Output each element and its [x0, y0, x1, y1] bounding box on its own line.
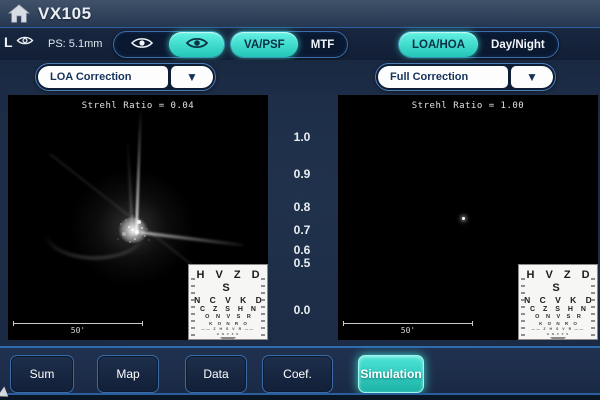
eye-icon: [16, 33, 34, 51]
title-bar: VX105: [0, 0, 600, 28]
tab-bar: Sum Map Data Coef. Simulation: [0, 346, 600, 393]
acuity-value: 0.5: [286, 256, 318, 270]
scale-bar: [343, 323, 473, 324]
psf-panel-right: Strehl Ratio = 1.00 50' H V Z D S N C V …: [338, 95, 598, 340]
eye-chart-row: C Z S H N: [519, 305, 597, 314]
eye-side-label: L: [4, 34, 13, 50]
app-title: VX105: [38, 2, 92, 26]
right-dropdown-arrow-button[interactable]: ▼: [511, 66, 553, 88]
acuity-value: 0.7: [286, 223, 318, 237]
eye-chart-row: N C V K D: [519, 295, 597, 305]
tab-sum[interactable]: Sum: [10, 355, 74, 393]
chart-wedge: [550, 337, 566, 340]
chart-wedge: [220, 337, 236, 340]
eye-chart-row: H N V Z S: [519, 332, 597, 336]
eye-visibility-toggle: [113, 31, 225, 58]
eye-toggle-option-off[interactable]: [114, 32, 169, 57]
tab-day-night[interactable]: Day/Night: [478, 32, 558, 57]
strehl-ratio-right: Strehl Ratio = 1.00: [338, 101, 598, 111]
acuity-value: 0.8: [286, 200, 318, 214]
eye-chart-inset: H V Z D S N C V K D C Z S H N O N V S R …: [518, 264, 598, 340]
eye-chart-row: N C V K D: [189, 295, 267, 305]
eye-chart-row: O N V S R: [519, 314, 597, 321]
right-correction-dropdown: Full Correction ▼: [375, 63, 556, 91]
eye-side-indicator: L: [4, 33, 34, 51]
eye-outline-icon: [129, 36, 155, 53]
left-correction-dropdown: LOA Correction ▼: [35, 63, 216, 91]
tab-loa-hoa[interactable]: LOA/HOA: [399, 32, 478, 57]
left-correction-value[interactable]: LOA Correction: [38, 66, 168, 88]
controls-bar: L PS: 5.1mm: [0, 29, 600, 60]
bottom-edge: [0, 395, 600, 400]
eye-chart-row: H N V Z S: [189, 332, 267, 336]
eye-chart-row: H V Z D S: [519, 269, 597, 295]
scale-bar: [13, 323, 143, 324]
chart-ticks-left: [191, 278, 195, 336]
chevron-down-icon: ▼: [186, 70, 198, 84]
chart-ticks-left: [521, 278, 525, 336]
vx105-screen: VX105 L PS: 5.1mm: [0, 0, 600, 400]
aberration-mode-toggle: LOA/HOA Day/Night: [398, 31, 559, 58]
acuity-value: 1.0: [286, 130, 318, 144]
tab-va-psf[interactable]: VA/PSF: [231, 32, 298, 57]
acuity-value: 0.0: [286, 303, 318, 317]
eye-chart-row: O N V S R: [189, 314, 267, 321]
simulation-area: Strehl Ratio = 0.04 50' H V Z D S N C V …: [0, 94, 600, 346]
tab-mtf[interactable]: MTF: [298, 32, 348, 57]
tab-simulation[interactable]: Simulation: [358, 355, 424, 393]
scale-bar-label: 50': [13, 326, 143, 335]
psf-panel-left: Strehl Ratio = 0.04 50' H V Z D S N C V …: [8, 95, 268, 340]
tab-coef[interactable]: Coef.: [262, 355, 333, 393]
scale-bar-label: 50': [343, 326, 473, 335]
eye-filled-icon: [184, 36, 210, 53]
eye-chart-row: C Z S H N: [189, 305, 267, 314]
tab-data[interactable]: Data: [185, 355, 247, 393]
eye-chart-inset: H V Z D S N C V K D C Z S H N O N V S R …: [188, 264, 268, 340]
chart-ticks-right: [591, 278, 595, 336]
dropdown-row: LOA Correction ▼ Full Correction ▼: [0, 60, 600, 94]
right-correction-value[interactable]: Full Correction: [378, 66, 508, 88]
psf-point-perfect: [462, 217, 465, 220]
eye-chart-row: H V Z D S: [189, 269, 267, 295]
home-icon[interactable]: [8, 3, 30, 30]
chart-ticks-right: [261, 278, 265, 336]
view-mode-toggle: VA/PSF MTF: [230, 31, 348, 58]
acuity-value: 0.6: [286, 243, 318, 257]
pupil-size-label: PS: 5.1mm: [48, 38, 102, 50]
chevron-down-icon: ▼: [526, 70, 538, 84]
eye-toggle-option-on[interactable]: [169, 32, 224, 57]
left-dropdown-arrow-button[interactable]: ▼: [171, 66, 213, 88]
acuity-value: 0.9: [286, 167, 318, 181]
tab-map[interactable]: Map: [97, 355, 159, 393]
